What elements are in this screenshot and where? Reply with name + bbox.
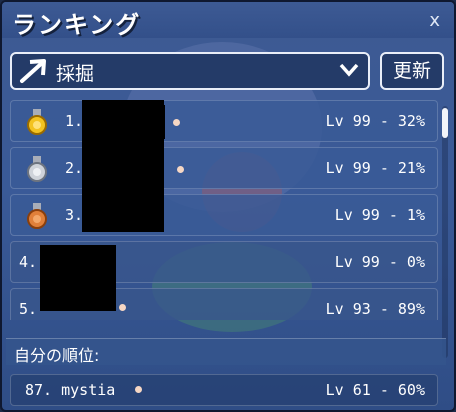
level-text: Lv 99 - 32% (325, 112, 425, 130)
silver-medal-icon (27, 156, 47, 182)
my-level-text: Lv 61 - 60% (325, 381, 425, 399)
my-rank-row: 87. mystia Lv 61 - 60% (10, 374, 438, 406)
scrollbar-track[interactable] (442, 106, 448, 358)
rank-number: 5. (19, 300, 38, 318)
level-text: Lv 99 - 21% (325, 159, 425, 177)
my-rank-name: 87. mystia (25, 381, 116, 399)
player-avatar (82, 100, 164, 232)
pickaxe-arrow-icon (20, 59, 46, 83)
rank-number: 1. (65, 112, 84, 130)
gold-medal-icon (27, 109, 47, 135)
player-avatar (40, 245, 116, 311)
my-rank-label: 自分の順位: (14, 346, 100, 365)
level-text: Lv 99 - 0% (334, 253, 425, 271)
title-bar: ランキング x (2, 2, 454, 39)
rank-number: 3. (65, 206, 84, 224)
status-dot (173, 119, 180, 126)
ranking-row[interactable]: 1. Lv 99 - 32% (10, 100, 438, 142)
chevron-down-icon (339, 63, 359, 77)
window-title: ランキング (12, 11, 142, 39)
bronze-medal-icon (27, 203, 47, 229)
ranking-row[interactable]: 3. Lv 99 - 1% (10, 194, 438, 236)
scrollbar-thumb[interactable] (442, 108, 448, 138)
refresh-button[interactable]: 更新 (380, 52, 444, 90)
level-text: Lv 93 - 89% (325, 300, 425, 318)
my-rank-header: 自分の順位: (6, 338, 446, 365)
rank-number: 2. (65, 159, 84, 177)
status-dot (119, 304, 126, 311)
ranking-list[interactable]: 1. Lv 99 - 32% 2. Lv 99 - 21% 3. Lv 99 -… (10, 100, 438, 320)
ranking-row[interactable]: 2. Lv 99 - 21% (10, 147, 438, 189)
close-button[interactable]: x (429, 10, 440, 31)
status-dot (135, 386, 142, 393)
ranking-window: ランキング x 採掘 更新 1. Lv 99 - 32% 2. Lv 99 - … (0, 0, 456, 412)
status-dot (177, 166, 184, 173)
rank-number: 4. (19, 253, 38, 271)
category-label: 採掘 (56, 63, 95, 85)
level-text: Lv 99 - 1% (334, 206, 425, 224)
category-dropdown[interactable]: 採掘 (10, 52, 370, 90)
